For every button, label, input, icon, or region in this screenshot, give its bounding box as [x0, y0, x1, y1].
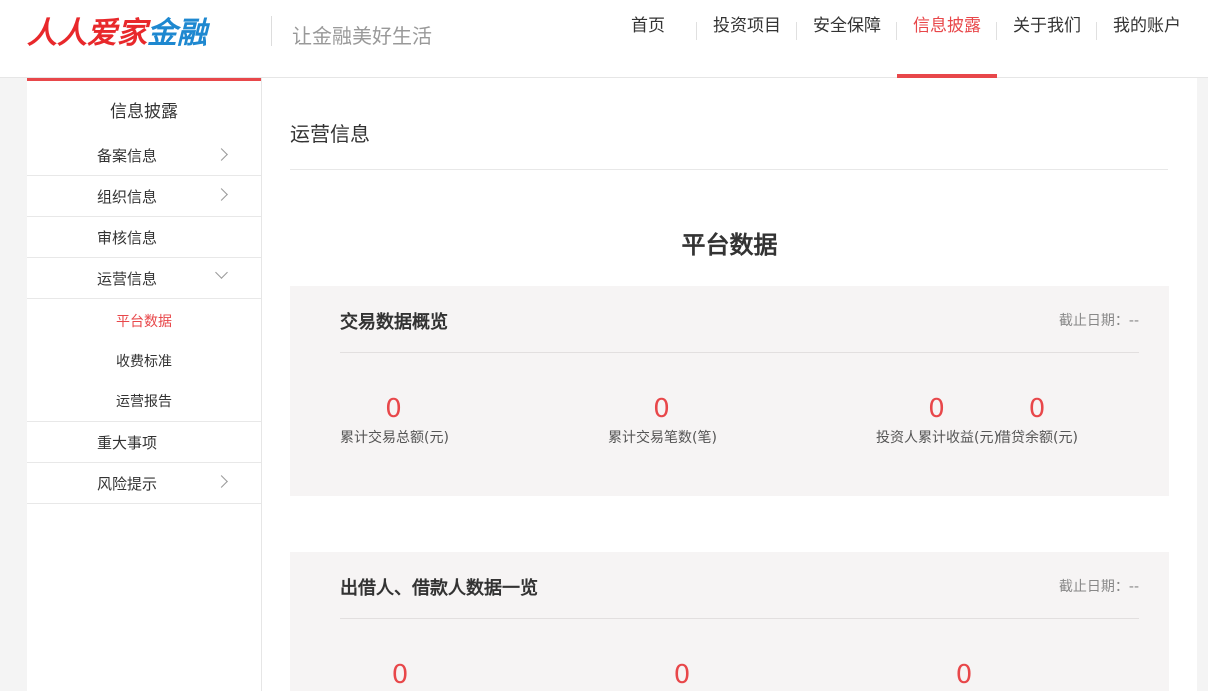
sidebar-item-major-events[interactable]: 重大事项 [27, 422, 261, 463]
stat-value: 0 [955, 660, 973, 690]
nav-item-label: 我的账户 [1113, 15, 1181, 36]
nav-item-disclosure[interactable]: 信息披露 [897, 0, 997, 78]
sidebar-subitem-label: 运营报告 [116, 394, 172, 410]
lender-borrower-panel: 出借人、借款人数据一览 截止日期：-- 0 0 0 [290, 552, 1169, 691]
nav-item-label: 关于我们 [1013, 15, 1081, 36]
nav-item-home[interactable]: 首页 [615, 0, 697, 78]
stat-label: 累计交易笔数(笔) [608, 430, 717, 446]
stat-label: 累计交易总额(元) [340, 430, 449, 446]
sidebar-item-organization[interactable]: 组织信息 [27, 176, 261, 217]
stat-lender-2: 0 [652, 660, 712, 690]
stat-value: 0 [928, 394, 945, 424]
brand-logo[interactable]: 人人爱家 金融 [27, 12, 207, 51]
sidebar-subitem-platform-data[interactable]: 平台数据 [27, 301, 261, 341]
sidebar-subitem-operation-report[interactable]: 运营报告 [27, 381, 261, 421]
stat-label: 借贷余额(元) [997, 430, 1078, 446]
sidebar-item-audit[interactable]: 审核信息 [27, 217, 261, 258]
stat-value: 0 [673, 660, 691, 690]
stat-label: 投资人累计收益(元) [876, 430, 999, 446]
stat-lender-3: 0 [934, 660, 994, 690]
nav-item-investment[interactable]: 投资项目 [697, 0, 797, 78]
panel-divider [340, 352, 1139, 353]
logo-divider [271, 16, 272, 46]
stat-value: 0 [1028, 394, 1046, 424]
stat-loan-balance: 0 借贷余额(元) [997, 394, 1078, 447]
sidebar: 信息披露 备案信息 组织信息 审核信息 运营信息 平台数据 收费标准 运营报告 … [27, 78, 262, 691]
sidebar-item-risk-notice[interactable]: 风险提示 [27, 463, 261, 504]
main-content: 运营信息 平台数据 交易数据概览 截止日期：-- 0 累计交易总额(元) 0 累… [262, 78, 1197, 691]
sidebar-subitem-label: 收费标准 [116, 354, 172, 370]
nav-item-label: 首页 [631, 15, 665, 36]
chevron-down-icon [215, 266, 228, 279]
slogan: 让金融美好生活 [292, 24, 432, 48]
sidebar-item-label: 风险提示 [97, 474, 158, 493]
sidebar-subitem-label: 平台数据 [116, 314, 172, 330]
sidebar-title: 信息披露 [110, 101, 178, 122]
nav-item-label: 安全保障 [813, 15, 881, 36]
sidebar-submenu: 平台数据 收费标准 运营报告 [27, 299, 261, 422]
sidebar-item-filing[interactable]: 备案信息 [27, 136, 261, 176]
logo-text-blue: 金融 [147, 16, 207, 51]
panel-title: 交易数据概览 [340, 312, 448, 333]
nav-item-label: 信息披露 [913, 15, 981, 36]
section-title: 平台数据 [681, 231, 778, 259]
nav-item-account[interactable]: 我的账户 [1097, 0, 1208, 78]
sidebar-item-label: 组织信息 [97, 187, 158, 206]
sidebar-item-operations[interactable]: 运营信息 [27, 258, 261, 299]
cutoff-date: 截止日期：-- [1058, 579, 1139, 595]
heading-divider [290, 169, 1168, 170]
chevron-right-icon [215, 475, 228, 488]
nav-item-security[interactable]: 安全保障 [797, 0, 897, 78]
sidebar-item-label: 备案信息 [97, 147, 158, 165]
stat-value: 0 [385, 394, 402, 424]
panel-divider [340, 618, 1139, 619]
top-header: 人人爱家 金融 让金融美好生活 首页 投资项目 安全保障 信息披露 关于我们 我… [0, 0, 1208, 78]
sidebar-item-label: 审核信息 [97, 228, 158, 247]
stat-total-count: 0 累计交易笔数(笔) [608, 394, 717, 447]
stat-total-amount: 0 累计交易总额(元) [340, 394, 449, 447]
sidebar-subitem-fee-standard[interactable]: 收费标准 [27, 341, 261, 381]
panel-title: 出借人、借款人数据一览 [340, 578, 538, 599]
nav-item-about[interactable]: 关于我们 [997, 0, 1097, 78]
stat-value: 0 [653, 394, 670, 424]
logo-text-red: 人人爱家 [27, 16, 147, 51]
cutoff-date: 截止日期：-- [1058, 313, 1139, 329]
chevron-right-icon [215, 148, 228, 161]
main-nav: 首页 投资项目 安全保障 信息披露 关于我们 我的账户 [615, 0, 1208, 78]
transaction-overview-panel: 交易数据概览 截止日期：-- 0 累计交易总额(元) 0 累计交易笔数(笔) 0… [290, 286, 1169, 496]
stat-investor-earnings: 0 投资人累计收益(元) [876, 394, 999, 447]
sidebar-item-label: 运营信息 [97, 269, 158, 288]
chevron-right-icon [215, 188, 228, 201]
nav-item-label: 投资项目 [713, 15, 781, 36]
stat-lender-1: 0 [370, 660, 430, 690]
page-heading: 运营信息 [290, 122, 370, 146]
sidebar-item-label: 重大事项 [97, 433, 158, 452]
stat-value: 0 [391, 660, 409, 690]
